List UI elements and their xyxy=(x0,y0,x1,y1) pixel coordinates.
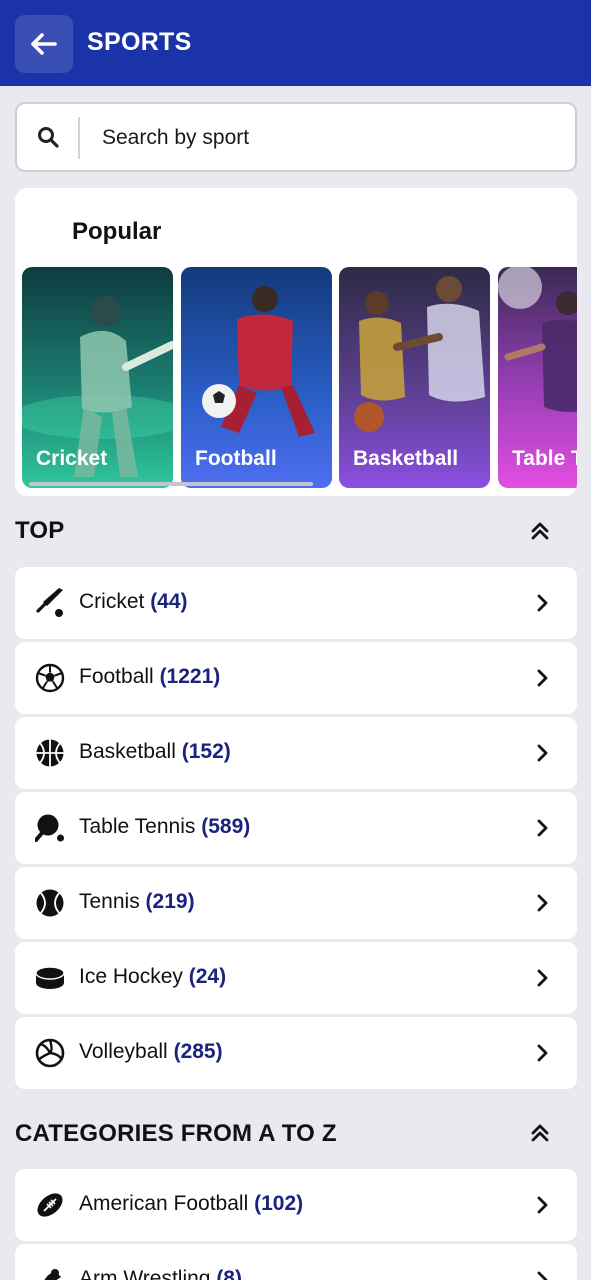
sport-row-ice-hockey[interactable]: Ice Hockey (24) xyxy=(15,942,577,1014)
sport-name: Tennis xyxy=(79,890,140,913)
arrow-left-icon xyxy=(31,33,57,55)
popular-carousel[interactable]: Cricket Football Basketball Table T xyxy=(22,267,577,489)
search-input[interactable] xyxy=(102,120,552,156)
carousel-scrollbar[interactable] xyxy=(29,482,313,486)
sport-name: Volleyball xyxy=(79,1040,168,1063)
chevron-right-icon xyxy=(537,1196,548,1214)
chevron-right-icon xyxy=(537,744,548,762)
sport-count: (1221) xyxy=(159,665,221,688)
top-collapse-button[interactable] xyxy=(526,517,554,545)
search-divider xyxy=(78,117,80,159)
top-bar: SPORTS xyxy=(0,0,591,86)
search-box[interactable] xyxy=(15,102,577,172)
chevron-right-icon xyxy=(537,1044,548,1062)
chevron-right-icon xyxy=(537,894,548,912)
popular-tile-label: Basketball xyxy=(353,447,459,470)
sport-row-label: Football (1221) xyxy=(79,665,220,689)
popular-tile-label: Football xyxy=(195,447,277,470)
table-tennis-icon xyxy=(35,814,64,842)
popular-tile-football[interactable]: Football xyxy=(181,267,332,488)
popular-section: Popular Cricket Football Basketball Tabl… xyxy=(15,188,577,496)
sport-name: Table Tennis xyxy=(79,815,196,838)
az-section-title: CATEGORIES FROM A TO Z xyxy=(15,1120,337,1147)
sport-row-label: Tennis (219) xyxy=(79,890,195,914)
popular-tile-basketball[interactable]: Basketball xyxy=(339,267,490,488)
top-section-title: TOP xyxy=(15,517,65,544)
sport-row-table-tennis[interactable]: Table Tennis (589) xyxy=(15,792,577,864)
double-chevron-up-icon xyxy=(531,1124,549,1142)
sport-row-arm-wrestling[interactable]: Arm Wrestling (8) xyxy=(15,1244,577,1280)
popular-tile-table-tennis[interactable]: Table T xyxy=(498,267,577,488)
sport-count: (8) xyxy=(216,1267,242,1280)
back-button[interactable] xyxy=(15,15,73,73)
sport-row-label: Ice Hockey (24) xyxy=(79,965,226,989)
sport-name: Cricket xyxy=(79,590,145,613)
sport-count: (24) xyxy=(188,965,227,988)
popular-tile-cricket[interactable]: Cricket xyxy=(22,267,173,488)
american-football-icon xyxy=(37,1193,63,1217)
sport-row-tennis[interactable]: Tennis (219) xyxy=(15,867,577,939)
sport-row-volleyball[interactable]: Volleyball (285) xyxy=(15,1017,577,1089)
sport-row-label: Table Tennis (589) xyxy=(79,815,250,839)
az-collapse-button[interactable] xyxy=(526,1119,554,1147)
sport-row-label: Cricket (44) xyxy=(79,590,188,614)
sport-row-label: Arm Wrestling (8) xyxy=(79,1267,242,1280)
sport-name: Ice Hockey xyxy=(79,965,183,988)
volleyball-icon xyxy=(35,1038,65,1068)
chevron-right-icon xyxy=(537,594,548,612)
sport-name: Arm Wrestling xyxy=(79,1267,211,1280)
tennis-ball-icon xyxy=(36,889,64,917)
sport-count: (102) xyxy=(254,1192,304,1215)
page-title: SPORTS xyxy=(87,28,192,56)
chevron-right-icon xyxy=(537,819,548,837)
arm-wrestling-icon xyxy=(44,1269,61,1280)
chevron-right-icon xyxy=(537,669,548,687)
sport-name: American Football xyxy=(79,1192,249,1215)
popular-tile-label: Table T xyxy=(512,447,577,470)
sport-row-american-football[interactable]: American Football (102) xyxy=(15,1169,577,1241)
double-chevron-up-icon xyxy=(531,522,549,540)
football-icon xyxy=(35,663,65,693)
chevron-right-icon xyxy=(537,969,548,987)
sport-row-cricket[interactable]: Cricket (44) xyxy=(15,567,577,639)
sport-count: (152) xyxy=(181,740,231,763)
sport-name: Football xyxy=(79,665,154,688)
sport-row-football[interactable]: Football (1221) xyxy=(15,642,577,714)
sport-count: (219) xyxy=(145,890,195,913)
search-icon xyxy=(38,127,59,148)
cricket-bat-icon xyxy=(36,588,63,617)
sport-count: (589) xyxy=(201,815,251,838)
sport-row-label: American Football (102) xyxy=(79,1192,303,1216)
basketball-icon xyxy=(36,739,64,767)
popular-tile-label: Cricket xyxy=(36,447,108,470)
sport-row-label: Volleyball (285) xyxy=(79,1040,223,1064)
popular-title: Popular xyxy=(72,218,162,245)
sport-row-label: Basketball (152) xyxy=(79,740,231,764)
sport-name: Basketball xyxy=(79,740,176,763)
sport-row-basketball[interactable]: Basketball (152) xyxy=(15,717,577,789)
chevron-right-icon xyxy=(537,1271,548,1280)
hockey-puck-icon xyxy=(35,966,65,989)
sport-count: (44) xyxy=(150,590,188,613)
sport-count: (285) xyxy=(173,1040,223,1063)
